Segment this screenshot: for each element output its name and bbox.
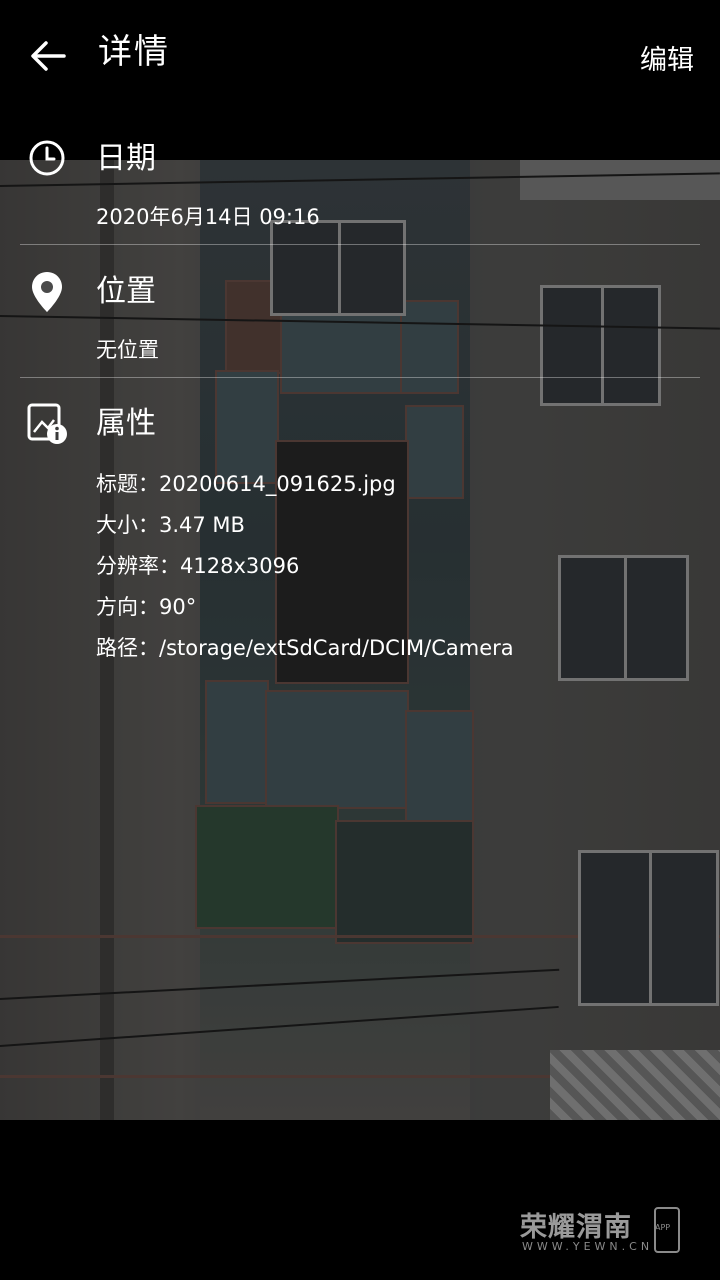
- property-resolution: 分辨率：4128x3096: [96, 554, 300, 578]
- properties-section: 属性 标题：20200614_091625.jpg 大小：3.47 MB 分辨率…: [0, 390, 720, 670]
- top-bar: 详情 编辑: [0, 0, 720, 110]
- clock-icon: [29, 140, 65, 176]
- location-section: 位置 无位置: [0, 258, 720, 376]
- property-orientation: 方向：90°: [96, 595, 197, 619]
- edit-button[interactable]: 编辑: [640, 38, 694, 77]
- property-size: 大小：3.47 MB: [96, 513, 245, 537]
- divider: [20, 244, 700, 245]
- watermark-url: WWW.YEWN.CN: [522, 1240, 654, 1253]
- date-section: 日期 2020年6月14日 09:16: [0, 125, 720, 243]
- watermark-app-label: APP: [655, 1223, 671, 1232]
- date-heading: 日期: [96, 141, 156, 176]
- property-title: 标题：20200614_091625.jpg: [96, 472, 396, 496]
- back-button[interactable]: [24, 30, 76, 82]
- properties-heading: 属性: [96, 406, 156, 441]
- divider: [20, 377, 700, 378]
- map-pin-icon: [32, 272, 62, 312]
- watermark: 荣耀渭南 WWW.YEWN.CN APP: [520, 1205, 682, 1255]
- arrow-left-icon: [31, 41, 66, 71]
- image-info-icon: [27, 403, 67, 444]
- location-value: 无位置: [96, 338, 159, 362]
- date-value: 2020年6月14日 09:16: [96, 205, 320, 229]
- watermark-text: 荣耀渭南: [520, 1212, 632, 1243]
- page-title: 详情: [98, 32, 170, 72]
- location-heading: 位置: [96, 274, 156, 309]
- property-path: 路径：/storage/extSdCard/DCIM/Camera: [96, 636, 514, 660]
